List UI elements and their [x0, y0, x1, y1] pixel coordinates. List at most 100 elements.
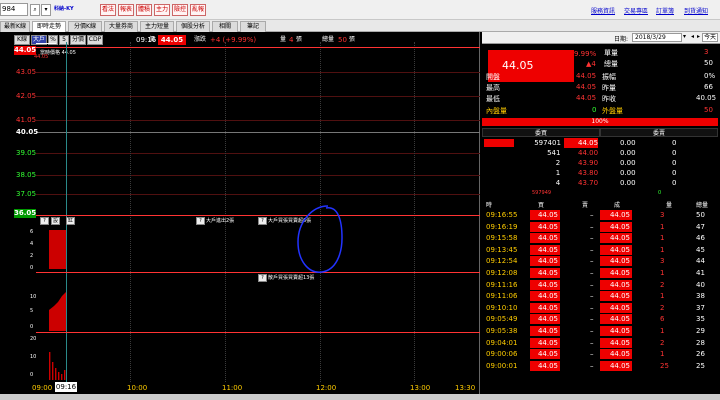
grid-line	[414, 42, 415, 382]
chart-tool-button[interactable]: K線	[14, 35, 30, 45]
tool-button[interactable]: 險控	[172, 4, 188, 16]
y-label: 43.05	[16, 68, 37, 76]
tab-0[interactable]: 最新K線	[0, 21, 30, 32]
price-change-arrow: ▲4	[586, 60, 596, 68]
tick-time: 09:16:55	[486, 211, 518, 219]
calendar-dropdown-icon[interactable]: ▾	[683, 33, 689, 42]
today-button[interactable]: 今天	[702, 33, 719, 42]
dropdown-icon[interactable]: ▾	[41, 4, 51, 16]
cursor-time: 09:16	[55, 382, 77, 392]
tick-vol: 1	[660, 350, 665, 359]
tick-vol: 1	[660, 327, 665, 335]
tick-row: 09:05:49 44.05 – 44.05 6 35	[482, 314, 718, 325]
tool-button[interactable]: 體積	[136, 4, 152, 16]
bid-qty: 4	[555, 179, 561, 187]
tab-3[interactable]: 大量券商	[104, 21, 138, 32]
tab-7[interactable]: 筆記	[240, 21, 266, 32]
tick-row: 09:05:38 44.05 – 44.05 1 29	[482, 326, 718, 336]
indicator-button[interactable]: 缸	[66, 217, 75, 225]
grid-line	[225, 42, 226, 382]
tab-4[interactable]: 主力短量	[140, 21, 174, 32]
book-highlight	[484, 139, 514, 147]
tick-buy: 44.05	[530, 256, 560, 267]
change-label: 漲跌	[194, 36, 207, 43]
tick-buy: 44.05	[530, 244, 560, 255]
stock-name-text: 科納	[54, 6, 65, 12]
price-line-label: 44.05	[34, 54, 49, 60]
intraday-chart[interactable]: K線 大戶% 5 分價 CDP 09:16 價 44.05 漲跌 +4 (+9.99%)…	[0, 32, 480, 394]
tick-total: 28	[696, 338, 705, 347]
status-bar	[0, 394, 720, 400]
y-label: 37.05	[16, 190, 37, 198]
tick-time: 09:05:49	[486, 315, 518, 324]
link-notify[interactable]: 到貨通知	[684, 6, 708, 15]
tool-button[interactable]: 看法	[100, 4, 116, 16]
chart-tool-button[interactable]: 分價	[70, 35, 86, 45]
settings-button[interactable]: 設	[51, 217, 60, 225]
book-row: 541 44.00 0.00 0	[482, 148, 718, 158]
search-icon[interactable]: ⌕	[30, 4, 40, 16]
date-picker[interactable]: 2018/3/29	[632, 33, 682, 42]
tick-buy: 44.05	[530, 337, 560, 348]
tick-deal: 44.05	[609, 234, 630, 243]
tick-row: 09:12:54 44.05 – 44.05 3 44	[482, 256, 718, 267]
help-button[interactable]: ?	[258, 274, 267, 282]
help-button[interactable]: ?	[258, 217, 267, 225]
pct-change: 9.99%	[574, 50, 597, 58]
sub-y-label: 4	[30, 241, 34, 247]
high-price: 44.05	[576, 83, 597, 91]
tick-deal: 44.05	[609, 361, 630, 370]
tab-5[interactable]: 個股分析	[176, 21, 210, 32]
tab-1[interactable]: 即時走勢	[32, 21, 66, 32]
y-label: 42.05	[16, 92, 37, 100]
tick-deal: 44.05	[609, 222, 630, 231]
link-service[interactable]: 服務資訊	[591, 6, 615, 15]
sub3-bar	[61, 374, 63, 380]
tick-vol: 6	[660, 315, 665, 324]
tool-button[interactable]: 主力	[154, 4, 170, 16]
tick-time: 09:15:58	[486, 234, 518, 243]
tick-total: 40	[696, 280, 705, 289]
stock-code-input[interactable]: 984	[0, 3, 28, 16]
tab-6[interactable]: 相關	[212, 21, 238, 32]
tool-button[interactable]: 亂報	[190, 4, 206, 16]
link-trade[interactable]: 交易專區	[624, 6, 648, 15]
prev-vol: 66	[704, 83, 713, 91]
chart-tool-button[interactable]: 5	[59, 35, 69, 45]
tick-sell: –	[590, 292, 594, 301]
tick-sell: –	[590, 315, 594, 324]
tick-row: 09:00:01 44.05 – 44.05 25 25	[482, 360, 718, 371]
tab-2[interactable]: 分價K線	[68, 21, 102, 32]
tick-total: 45	[696, 245, 705, 254]
ask-price: 0.00	[620, 149, 636, 157]
ask-qty: 0	[672, 159, 677, 167]
help-button[interactable]: ?	[40, 217, 49, 225]
tick-sell: –	[590, 327, 594, 335]
book-row: 2 43.90 0.00 0	[482, 158, 718, 168]
chart-tool-button[interactable]: CDP	[87, 35, 103, 45]
grid-line	[130, 42, 131, 382]
tick-sell: –	[590, 257, 594, 266]
price-change: +4 (+9.99%)	[210, 36, 257, 44]
tick-deal: 44.05	[609, 245, 630, 254]
tick-time: 09:16:19	[486, 222, 518, 231]
tick-row: 09:11:06 44.05 – 44.05 1 38	[482, 291, 718, 302]
tick-deal: 44.05	[609, 292, 630, 301]
panel-divider	[36, 215, 480, 216]
tick-row: 09:13:45 44.05 – 44.05 1 45	[482, 244, 718, 255]
sub3-bar	[49, 352, 51, 380]
tick-deal: 44.05	[609, 303, 630, 312]
tool-button[interactable]: 報表	[118, 4, 134, 16]
ask-header: 委賣	[600, 128, 718, 137]
help-button[interactable]: ?	[196, 217, 205, 225]
date-label: 日期:	[614, 36, 629, 43]
book-total-bid: 597949	[532, 190, 552, 196]
tick-buy: 44.05	[530, 314, 560, 325]
tick-row: 09:10:10 44.05 – 44.05 2 37	[482, 302, 718, 313]
book-row: 4 43.70 0.00 0	[482, 178, 718, 188]
tick-vol: 3	[660, 257, 665, 266]
label-total-vol: 總量	[604, 60, 618, 68]
link-order[interactable]: 訂單簿	[656, 6, 674, 15]
tick-total: 37	[696, 303, 705, 312]
time-label: 13:00	[410, 384, 431, 392]
